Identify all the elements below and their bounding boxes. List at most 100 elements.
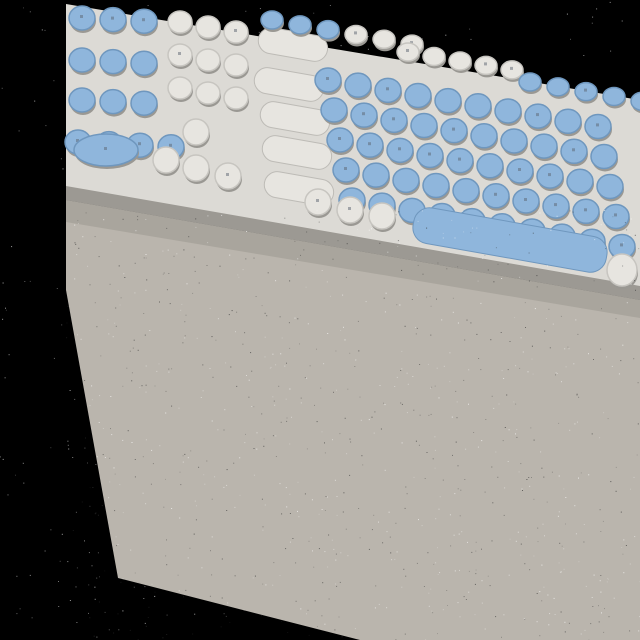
noise-dot — [412, 376, 414, 377]
noise-dot — [634, 280, 635, 282]
noise-dot — [89, 487, 91, 489]
noise-dot — [524, 563, 526, 565]
noise-dot — [536, 275, 538, 277]
noise-dot — [166, 634, 168, 635]
noise-dot — [563, 488, 565, 490]
noise-dot — [569, 429, 571, 431]
noise-dot — [198, 466, 200, 468]
speckle — [61, 324, 63, 326]
noise-dot — [626, 229, 628, 231]
noise-dot — [91, 399, 93, 401]
noise-dot — [629, 630, 631, 632]
noise-dot — [332, 258, 334, 260]
speckle — [591, 22, 593, 24]
noise-dot — [289, 388, 291, 390]
noise-dot — [324, 241, 326, 243]
noise-dot — [225, 362, 227, 364]
noise-dot — [96, 577, 98, 579]
noise-dot — [384, 311, 386, 313]
noise-dot — [593, 359, 594, 360]
noise-dot — [599, 509, 601, 511]
noise-dot — [569, 210, 571, 212]
noise-dot — [591, 597, 593, 598]
noise-dot — [210, 550, 211, 552]
noise-dot — [456, 417, 458, 419]
noise-dot — [346, 243, 348, 245]
noise-dot — [310, 537, 312, 539]
noise-dot — [495, 616, 497, 618]
noise-dot — [401, 403, 403, 405]
noise-dot — [87, 265, 89, 267]
noise-dot — [533, 439, 535, 441]
noise-dot — [417, 264, 419, 266]
noise-dot — [321, 509, 323, 510]
noise-dot — [264, 336, 266, 338]
noise-dot — [546, 318, 547, 319]
noise-dot — [459, 616, 461, 618]
noise-dot — [426, 452, 428, 453]
noise-dot — [162, 250, 164, 252]
noise-dot — [561, 381, 562, 383]
noise-dot — [119, 304, 121, 306]
noise-dot — [321, 615, 323, 617]
noise-dot — [541, 564, 543, 566]
speckle — [5, 307, 6, 309]
noise-dot — [238, 276, 240, 278]
noise-dot — [481, 440, 483, 442]
speckle — [258, 31, 260, 33]
noise-dot — [438, 397, 440, 399]
noise-dot — [437, 633, 438, 635]
noise-dot — [183, 249, 185, 251]
noise-dot — [405, 575, 407, 577]
noise-dot — [275, 280, 277, 282]
noise-dot — [375, 585, 377, 587]
noise-dot — [286, 506, 288, 508]
noise-dot — [431, 610, 433, 612]
noise-dot — [321, 270, 323, 271]
speckle — [56, 288, 58, 289]
noise-dot — [72, 457, 74, 458]
noise-dot — [318, 221, 320, 223]
noise-dot — [467, 541, 468, 543]
noise-dot — [478, 358, 480, 359]
noise-dot — [592, 606, 594, 607]
noise-dot — [604, 608, 605, 610]
noise-dot — [134, 476, 136, 478]
noise-dot — [521, 488, 523, 490]
noise-dot — [181, 303, 183, 305]
noise-dot — [162, 637, 164, 639]
noise-dot — [289, 513, 291, 514]
speckle — [59, 560, 61, 562]
speckle — [133, 586, 135, 588]
noise-dot — [452, 454, 453, 456]
noise-dot — [333, 391, 334, 393]
noise-dot — [541, 600, 543, 602]
noise-dot — [316, 210, 318, 212]
noise-dot — [349, 352, 351, 354]
noise-dot — [168, 371, 170, 373]
noise-dot — [226, 469, 228, 471]
noise-dot — [188, 236, 190, 238]
noise-dot — [74, 278, 76, 280]
noise-dot — [491, 466, 493, 468]
noise-dot — [95, 464, 97, 465]
noise-dot — [358, 508, 360, 509]
noise-dot — [520, 463, 522, 465]
noise-dot — [606, 356, 608, 358]
noise-dot — [374, 607, 376, 609]
noise-dot — [252, 577, 254, 579]
noise-dot — [142, 456, 144, 458]
noise-dot — [182, 342, 184, 344]
speckle — [104, 611, 106, 613]
noise-dot — [543, 476, 545, 478]
speckle — [259, 8, 261, 10]
noise-dot — [159, 445, 161, 447]
noise-dot — [93, 635, 95, 637]
noise-dot — [289, 280, 291, 282]
noise-dot — [211, 574, 213, 576]
noise-dot — [577, 333, 579, 335]
noise-dot — [531, 477, 532, 478]
noise-dot — [122, 610, 124, 612]
noise-dot — [171, 508, 173, 509]
noise-dot — [337, 240, 339, 242]
